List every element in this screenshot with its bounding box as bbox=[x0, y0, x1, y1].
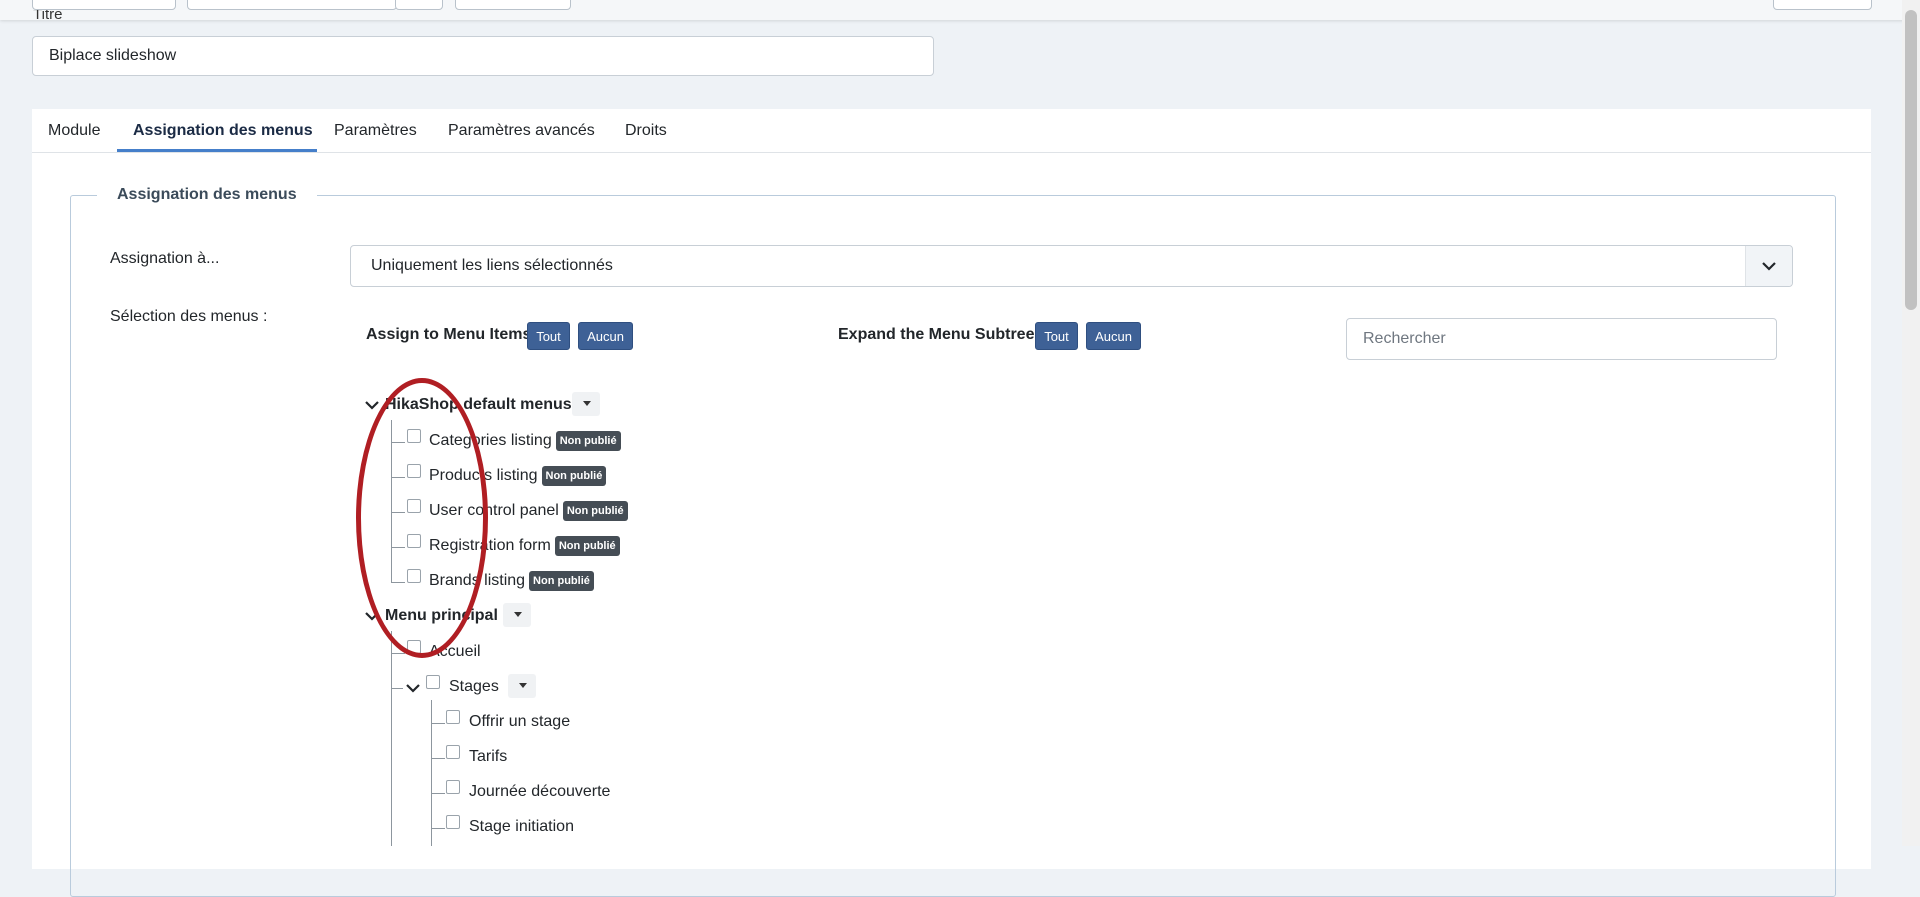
menu-item-checkbox[interactable] bbox=[407, 429, 421, 443]
menu-item[interactable]: Brands listing Non publié bbox=[429, 571, 594, 591]
menu-item-checkbox[interactable] bbox=[407, 464, 421, 478]
tree-line bbox=[391, 512, 405, 513]
tree-line bbox=[391, 547, 405, 548]
menu-item-label: Registration form bbox=[429, 537, 551, 554]
menu-item-checkbox[interactable] bbox=[446, 745, 460, 759]
tab-bar: Module Assignation des menus Paramètres … bbox=[32, 109, 1871, 153]
menu-item[interactable]: Registration form Non publié bbox=[429, 536, 620, 556]
top-toolbar bbox=[0, 0, 1920, 20]
active-tab-indicator bbox=[117, 149, 317, 152]
menu-item-label: Products listing bbox=[429, 467, 538, 484]
menu-item[interactable]: User control panel Non publié bbox=[429, 501, 628, 521]
expand-subtrees-label: Expand the Menu Subtrees bbox=[838, 326, 1044, 343]
assignment-select-value: Uniquement les liens sélectionnés bbox=[371, 257, 613, 274]
title-label: Titre bbox=[33, 10, 63, 20]
tree-line bbox=[391, 653, 405, 654]
chevron-down-icon[interactable] bbox=[1745, 246, 1792, 286]
status-badge: Non publié bbox=[529, 571, 594, 591]
tab-module[interactable]: Module bbox=[48, 109, 100, 152]
menu-group-title: HikaShop default menus bbox=[385, 396, 572, 413]
menu-item[interactable]: Products listing Non publié bbox=[429, 466, 607, 486]
menu-item[interactable]: Stage initiation bbox=[469, 818, 574, 836]
menu-group-dropdown-toggle[interactable] bbox=[503, 603, 531, 627]
chevron-down-icon[interactable] bbox=[364, 397, 380, 413]
menu-item-checkbox[interactable] bbox=[407, 569, 421, 583]
status-badge: Non publié bbox=[554, 536, 620, 556]
menu-item[interactable]: Offrir un stage bbox=[469, 713, 570, 731]
tree-line bbox=[431, 758, 445, 759]
menu-item-checkbox[interactable] bbox=[407, 499, 421, 513]
menu-group-dropdown-toggle[interactable] bbox=[572, 392, 600, 416]
tree-line bbox=[431, 700, 432, 846]
status-badge: Non publié bbox=[562, 501, 628, 521]
menu-item-checkbox[interactable] bbox=[426, 675, 440, 689]
expand-all-button[interactable]: Tout bbox=[1035, 322, 1078, 350]
tree-line bbox=[431, 793, 445, 794]
tab-panel: Module Assignation des menus Paramètres … bbox=[32, 109, 1871, 897]
menu-item-label: User control panel bbox=[429, 502, 559, 519]
menu-group-title: Menu principal bbox=[385, 607, 498, 624]
tree-line bbox=[391, 631, 392, 846]
status-badge: Non publié bbox=[555, 431, 621, 451]
assign-all-button[interactable]: Tout bbox=[527, 322, 570, 350]
tree-line bbox=[391, 420, 392, 582]
tree-line bbox=[391, 477, 405, 478]
chevron-down-icon[interactable] bbox=[405, 680, 421, 696]
tab-parameters[interactable]: Paramètres bbox=[334, 109, 417, 152]
tree-line bbox=[391, 582, 405, 583]
menu-item-checkbox[interactable] bbox=[446, 710, 460, 724]
assign-none-button[interactable]: Aucun bbox=[578, 322, 633, 350]
assign-menu-items-label: Assign to Menu Items bbox=[366, 326, 532, 343]
scrollbar-thumb[interactable] bbox=[1905, 10, 1917, 310]
tree-line bbox=[391, 688, 403, 689]
tab-menu-assignment[interactable]: Assignation des menus bbox=[133, 109, 313, 152]
menu-item-checkbox[interactable] bbox=[446, 780, 460, 794]
menu-selection-label: Sélection des menus : bbox=[110, 308, 268, 325]
menu-item-label: Brands listing bbox=[429, 572, 526, 589]
menu-item-checkbox[interactable] bbox=[446, 815, 460, 829]
menu-item[interactable]: Stages bbox=[449, 678, 499, 696]
tree-line bbox=[431, 723, 445, 724]
toolbar-dropdown-button[interactable] bbox=[395, 0, 443, 10]
expand-none-button[interactable]: Aucun bbox=[1086, 322, 1141, 350]
toolbar-button[interactable] bbox=[32, 0, 176, 10]
tree-line bbox=[391, 442, 405, 443]
tab-rights[interactable]: Droits bbox=[625, 109, 667, 152]
fieldset-legend: Assignation des menus bbox=[97, 186, 317, 204]
assignment-label: Assignation à... bbox=[110, 250, 220, 267]
menu-item-label: Categories listing bbox=[429, 432, 552, 449]
submenu-dropdown-toggle[interactable] bbox=[508, 674, 536, 698]
title-input[interactable]: Biplace slideshow bbox=[32, 36, 934, 76]
tree-line bbox=[431, 828, 445, 829]
tab-advanced-parameters[interactable]: Paramètres avancés bbox=[448, 109, 595, 152]
menu-item-checkbox[interactable] bbox=[407, 534, 421, 548]
menu-item[interactable]: Tarifs bbox=[469, 748, 507, 766]
chevron-down-icon[interactable] bbox=[364, 608, 380, 624]
search-input[interactable] bbox=[1346, 318, 1777, 360]
status-badge: Non publié bbox=[541, 466, 607, 486]
toolbar-button[interactable] bbox=[1773, 0, 1872, 10]
menu-item[interactable]: Categories listing Non publié bbox=[429, 431, 621, 451]
assignment-select[interactable]: Uniquement les liens sélectionnés bbox=[350, 245, 1793, 287]
page-scrollbar[interactable] bbox=[1902, 0, 1920, 846]
menu-item[interactable]: Accueil bbox=[429, 643, 481, 661]
toolbar-button[interactable] bbox=[455, 0, 571, 10]
toolbar-button[interactable] bbox=[187, 0, 397, 10]
menu-item-checkbox[interactable] bbox=[407, 640, 421, 654]
menu-item[interactable]: Journée découverte bbox=[469, 783, 610, 801]
menu-assignment-fieldset: Assignation des menus bbox=[70, 186, 1836, 897]
